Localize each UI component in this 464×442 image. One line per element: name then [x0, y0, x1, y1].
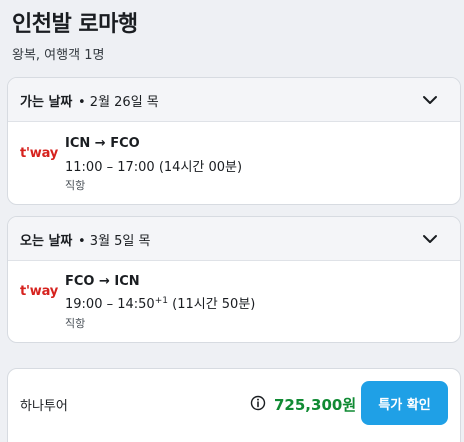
view-deal-button[interactable]: 특가 확인: [361, 381, 448, 425]
outbound-header[interactable]: 가는 날짜 • 2월 26일 목: [8, 78, 460, 122]
return-header[interactable]: 오는 날짜 • 3월 5일 목: [8, 217, 460, 261]
deal-row: 하나투어 725,300원 특가 확인: [7, 368, 461, 442]
info-icon[interactable]: [250, 395, 266, 411]
outbound-flight-card: 가는 날짜 • 2월 26일 목 t'way ICN → FCO 11:00 –…: [7, 77, 461, 205]
trip-summary: 왕복, 여행객 1명: [12, 48, 105, 63]
outbound-stops: 직항: [65, 179, 86, 192]
return-stops: 직항: [65, 317, 86, 330]
outbound-time: 11:00 – 17:00 (14시간 00분): [65, 160, 243, 175]
price: 725,300원: [274, 396, 357, 414]
return-flight-card: 오는 날짜 • 3월 5일 목 t'way FCO → ICN 19:00 – …: [7, 216, 461, 343]
airline-logo: t'way: [20, 146, 59, 161]
return-date: • 3월 5일 목: [78, 234, 151, 249]
chevron-down-icon[interactable]: [420, 90, 440, 110]
return-time-range: 19:00 – 14:50: [65, 297, 155, 312]
airline-logo: t'way: [20, 284, 59, 299]
return-route: FCO → ICN: [65, 274, 140, 289]
return-duration: (11시간 50분): [172, 297, 256, 312]
page-title: 인천발 로마행: [12, 12, 138, 37]
chevron-down-icon[interactable]: [420, 229, 440, 249]
return-label: 오는 날짜: [20, 234, 73, 249]
return-time: 19:00 – 14:50+1 (11시간 50분): [65, 293, 255, 312]
provider-name: 하나투어: [20, 399, 68, 414]
outbound-date: • 2월 26일 목: [78, 95, 159, 110]
flight-results-page: 인천발 로마행 왕복, 여행객 1명 가는 날짜 • 2월 26일 목 t'wa…: [0, 0, 464, 442]
outbound-route: ICN → FCO: [65, 136, 140, 151]
day-offset: +1: [154, 296, 168, 306]
outbound-label: 가는 날짜: [20, 95, 73, 110]
